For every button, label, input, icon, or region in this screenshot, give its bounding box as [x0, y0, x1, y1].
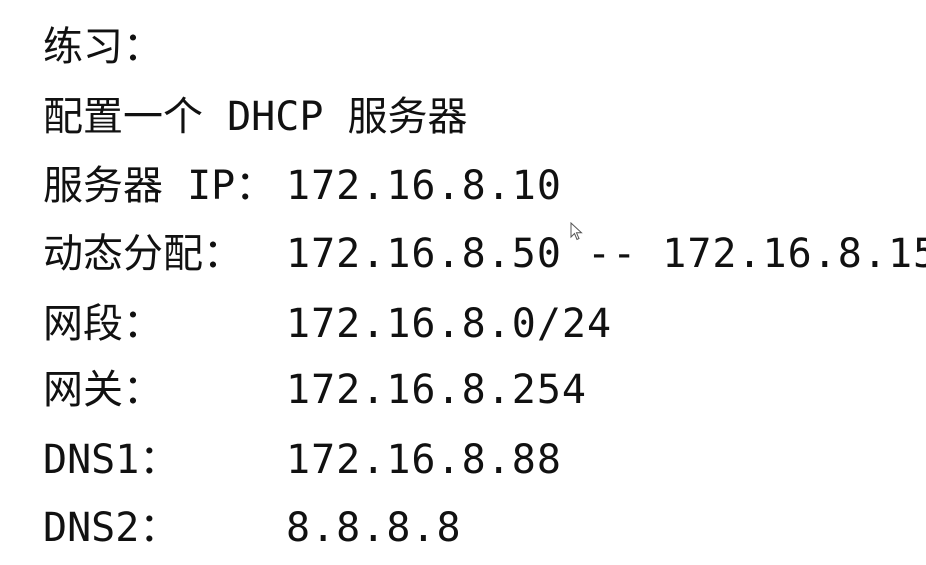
config-value: 172.16.8.50 -- 172.16.8.150 [286, 231, 926, 277]
config-label: 网关： [43, 367, 163, 413]
config-label: 动态分配： [43, 231, 243, 277]
task-description: 配置一个 DHCP 服务器 [43, 94, 468, 140]
config-value: 8.8.8.8 [286, 505, 462, 551]
mouse-pointer-icon [570, 222, 583, 241]
exercise-heading: 练习： [43, 24, 163, 70]
config-value: 172.16.8.88 [286, 437, 562, 483]
config-value: 172.16.8.254 [286, 367, 587, 413]
config-value: 172.16.8.0/24 [286, 301, 613, 347]
config-label: 网段： [43, 301, 163, 347]
config-label: DNS1： [43, 437, 180, 483]
config-value: 172.16.8.10 [286, 163, 562, 209]
config-label: DNS2： [43, 505, 180, 551]
config-label: 服务器 IP： [43, 163, 276, 209]
